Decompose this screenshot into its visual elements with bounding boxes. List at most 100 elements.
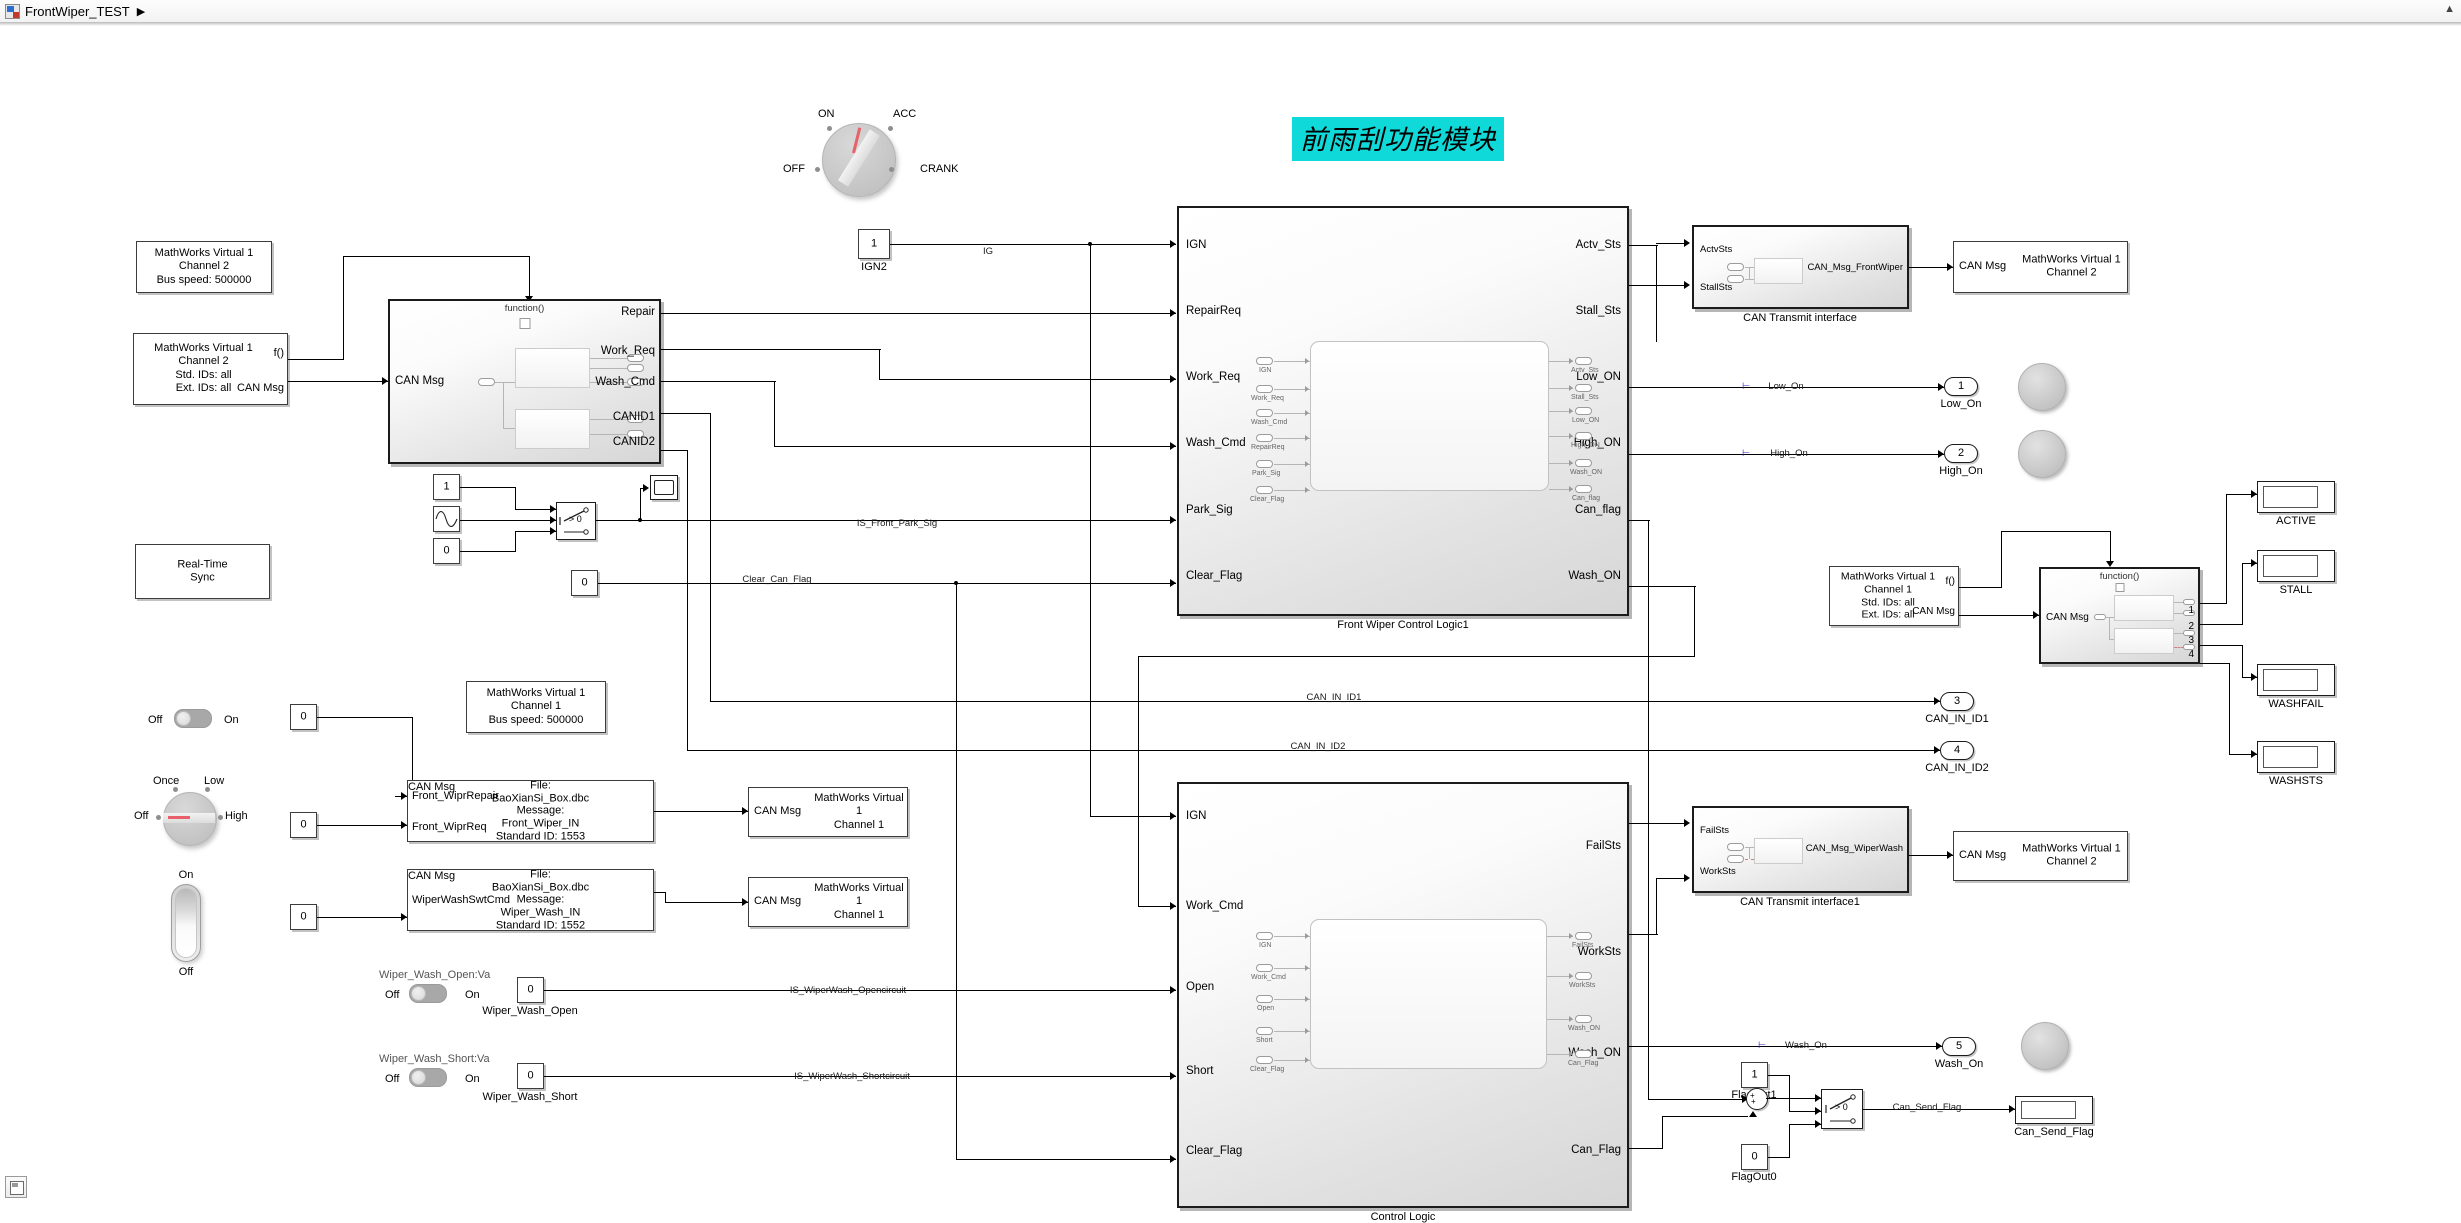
can-unpack-subsystem[interactable]: function() CAN Msg Repair Work_Req Wash_…: [388, 299, 661, 464]
wire-washcmd-1: [661, 381, 776, 382]
wire-stall-1: [1629, 285, 1686, 286]
palette-toggle-button[interactable]: [5, 1176, 27, 1198]
breadcrumb-arrow-icon[interactable]: ▶: [137, 5, 145, 18]
signal-label-can-in-id2: CAN_IN_ID2: [1290, 741, 1346, 752]
line2: Channel 1: [510, 700, 562, 713]
wire-canflag-1: [1629, 520, 1650, 521]
line2: Message: Wiper_Wash_IN: [500, 893, 581, 919]
constant-flagout1[interactable]: 1: [1741, 1062, 1768, 1088]
can-rx-decode-subsystem[interactable]: function() CAN Msg 1 2 3 4: [2039, 567, 2200, 664]
wash-short-switch[interactable]: [409, 1068, 447, 1087]
display-washfail[interactable]: [2257, 664, 2335, 696]
display-washsts[interactable]: [2257, 741, 2335, 773]
outport-can-in-id1-label: CAN_IN_ID1: [1925, 713, 1989, 725]
front-wiper-control-logic-subsystem[interactable]: IGN RepairReq Work_Req Wash_Cmd Park_Sig…: [1177, 206, 1629, 616]
arrow-pk2: [550, 516, 556, 524]
wire-rx-d3b: [2242, 645, 2243, 677]
wire-packww-2: [665, 892, 666, 902]
constant-one-park[interactable]: 1: [433, 474, 460, 500]
unpack-out-workreq: Work_Req: [600, 345, 655, 357]
constant-clear-flag[interactable]: 0: [571, 570, 598, 596]
wire-rx1-fcall-1: [1959, 587, 2002, 588]
can-transmit-channel2-a[interactable]: CAN Msg MathWorks Virtual 1 Channel 2: [1953, 241, 2128, 293]
rx-function-call-label: function(): [2099, 571, 2140, 582]
line2: Message: Front_Wiper_IN: [501, 804, 580, 830]
wire-clearflag-down: [956, 583, 957, 1159]
wiper-mode-knob[interactable]: [163, 792, 217, 846]
display-active[interactable]: [2257, 481, 2335, 513]
fwl-out-stallsts: Stall_Sts: [1575, 305, 1621, 317]
wire-failsts: [1629, 823, 1686, 824]
can-pack-wiper-wash[interactable]: WiperWashSwtCmd File: BaoXianSi_Box.dbc …: [407, 868, 654, 931]
outport-low-on[interactable]: 1: [1944, 377, 1978, 396]
switch-block-canflag[interactable]: > 0: [1821, 1089, 1863, 1129]
can-receive-channel2[interactable]: MathWorks Virtual 1 Channel 2 Std. IDs: …: [133, 333, 288, 405]
wire-repair: [661, 313, 1176, 314]
constant-wash-open-label: Wiper_Wash_Open: [482, 1005, 578, 1017]
constant-one-value: 1: [443, 480, 450, 493]
constant-zero-park[interactable]: 0: [433, 538, 460, 564]
outport-high-on[interactable]: 2: [1944, 444, 1978, 463]
realtime-sync-block[interactable]: Real-Time Sync: [135, 544, 270, 599]
outport-can-in-id2[interactable]: 4: [1940, 741, 1974, 760]
can-transmit-channel2-b[interactable]: CAN Msg MathWorks Virtual 1 Channel 2: [1953, 831, 2128, 881]
constant-flagout0[interactable]: 0: [1741, 1144, 1768, 1170]
constant-wiper-wash-swt[interactable]: 0: [290, 904, 317, 930]
constant-ign2[interactable]: 1: [858, 229, 890, 259]
constant-front-wipr-req[interactable]: 0: [290, 812, 317, 838]
arrow-washcmd: [1170, 442, 1176, 450]
display-washsts-label: WASHSTS: [2269, 775, 2323, 787]
display-washfail-label: WASHFAIL: [2268, 698, 2324, 710]
arrow-ign-fwlogic: [1170, 240, 1176, 248]
switch-block-park[interactable]: > 0: [556, 502, 596, 540]
wire-actv-1: [1629, 245, 1658, 246]
outport-can-in-id1[interactable]: 3: [1940, 692, 1974, 711]
cl-inner-in-icon-4: [1256, 1027, 1273, 1035]
can-pack-front-wiper[interactable]: Front_WiprRepair Front_WiprReq File: Bao…: [407, 779, 654, 842]
wash-open-switch[interactable]: [409, 984, 447, 1003]
can-transmit-interface1-subsystem[interactable]: FailSts WorkSts CAN_Msg_WiperWash: [1692, 806, 1909, 893]
can-receive-channel1[interactable]: MathWorks Virtual 1 Channel 1 Std. IDs: …: [1829, 566, 1959, 626]
fwl-in-washcmd: Wash_Cmd: [1186, 437, 1246, 449]
ign-switch[interactable]: [174, 709, 212, 728]
outport-wash-on[interactable]: 5: [1942, 1037, 1976, 1056]
can-transmit-channel1-a[interactable]: CAN Msg MathWorks Virtual 1 Channel 1: [748, 787, 908, 837]
front-wiper-logic-name: Front Wiper Control Logic1: [1337, 619, 1469, 631]
tx-ch2a-text: MathWorks Virtual 1 Channel 2: [2016, 254, 2127, 281]
arrow-stallsts: [1684, 281, 1690, 289]
fwl-inner-in-icon-3: [1256, 409, 1273, 417]
tx-ch1b-port: CAN Msg: [754, 895, 802, 907]
unpack-inner-block-1: [515, 348, 590, 388]
wire-ig-down: [1090, 244, 1091, 816]
arrow-repairreq: [1170, 309, 1176, 317]
model-canvas[interactable]: 前雨刮功能模块 OFF ON ACC CRANK 1 IGN2 IG MathW…: [0, 26, 2461, 1223]
constant-wiper-wash-short[interactable]: 0: [517, 1063, 544, 1089]
unpack-inner-block-2: [515, 409, 590, 449]
ign-switch-on-label: On: [224, 714, 239, 726]
wash-rocker-switch[interactable]: [171, 884, 201, 962]
can-transmit-interface-subsystem[interactable]: ActvSts StallSts CAN_Msg_FrontWiper: [1692, 225, 1909, 309]
sine-wave-block[interactable]: [433, 506, 460, 532]
constant-zero-value: 0: [443, 544, 450, 557]
wash-short-on-label: On: [465, 1073, 480, 1085]
wire-pk-scope: [640, 488, 641, 520]
display-stall[interactable]: [2257, 550, 2335, 582]
can-config-channel1[interactable]: MathWorks Virtual 1 Channel 1 Bus speed:…: [466, 681, 606, 733]
display-can-send-flag[interactable]: [2015, 1096, 2093, 1124]
ignition-knob[interactable]: [822, 123, 896, 197]
scope-block[interactable]: [650, 475, 678, 500]
can-transmit-channel1-b[interactable]: CAN Msg MathWorks Virtual 1 Channel 1: [748, 877, 908, 927]
line3: Bus speed: 500000: [156, 273, 252, 286]
collapse-arrow-icon[interactable]: ▲: [2444, 3, 2455, 15]
can-config-channel2[interactable]: MathWorks Virtual 1 Channel 2 Bus speed:…: [136, 241, 272, 293]
constant-front-wipr-repair[interactable]: 0: [290, 704, 317, 730]
line3: Bus speed: 500000: [488, 713, 584, 726]
line2: Channel 2: [178, 355, 229, 368]
fwl-in-clearflag: Clear_Flag: [1186, 570, 1243, 582]
control-logic-subsystem[interactable]: IGN Work_Cmd Open Short Clear_Flag FailS…: [1177, 782, 1629, 1208]
wire-flag1-1: [1768, 1075, 1790, 1076]
constant-wiper-wash-open[interactable]: 0: [517, 977, 544, 1003]
wire-washcmd-2: [774, 381, 775, 446]
sum-block[interactable]: + +: [1746, 1088, 1768, 1110]
cti-in-actvsts: ActvSts: [1700, 244, 1733, 255]
